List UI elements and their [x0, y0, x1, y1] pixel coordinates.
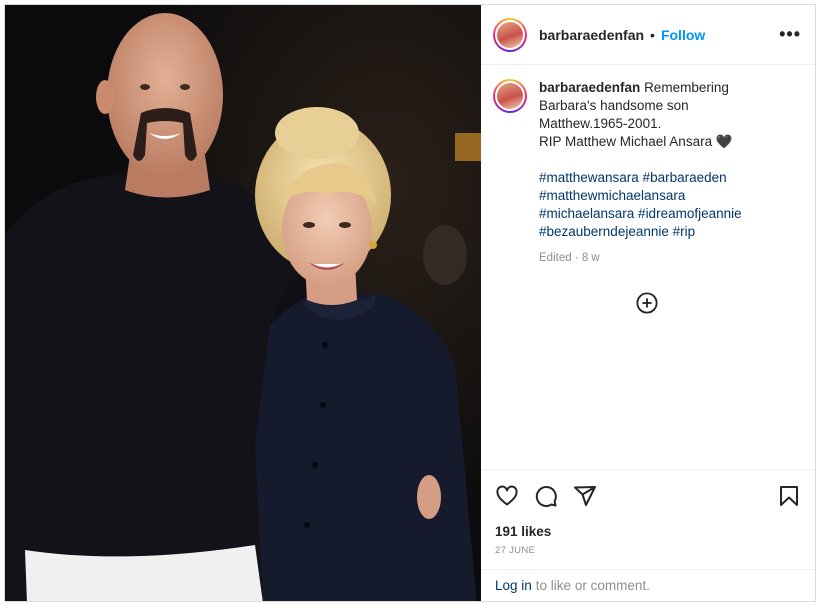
comment-icon[interactable]: [534, 484, 558, 508]
heart-icon[interactable]: [495, 484, 519, 508]
login-prompt-text: to like or comment.: [535, 578, 650, 593]
header-username[interactable]: barbaraedenfan: [539, 27, 644, 43]
likes-count[interactable]: 191 likes: [495, 524, 801, 539]
caption-line-3: Matthew.1965-2001.: [539, 116, 662, 131]
follow-button[interactable]: Follow: [661, 27, 705, 43]
hashtag-line-2[interactable]: #matthewmichaelansara: [539, 188, 685, 203]
hashtag-line-4[interactable]: #bezauberndejeannie #rip: [539, 224, 695, 239]
hashtags: #matthewansara #barbaraeden #matthewmich…: [539, 169, 742, 241]
action-bar: 191 likes 27 JUNE: [481, 469, 815, 569]
bookmark-icon[interactable]: [777, 484, 801, 508]
caption-line-2: Barbara's handsome son: [539, 98, 689, 113]
caption-text: barbaraedenfan Remembering Barbara's han…: [539, 79, 742, 469]
post-caption-area: barbaraedenfan Remembering Barbara's han…: [481, 65, 815, 469]
post-dialog: barbaraedenfan • Follow ••• barbaraedenf…: [4, 4, 816, 602]
plus-circle-icon[interactable]: [636, 292, 658, 314]
caption-avatar[interactable]: [493, 79, 527, 113]
hashtag-line-1[interactable]: #matthewansara #barbaraeden: [539, 170, 727, 185]
share-icon[interactable]: [573, 484, 597, 508]
login-link[interactable]: Log in: [495, 578, 532, 593]
avatar[interactable]: [493, 17, 527, 52]
separator-dot: •: [650, 26, 655, 43]
hashtag-line-3[interactable]: #michaelansara #idreamofjeannie: [539, 206, 742, 221]
post-date: 27 JUNE: [495, 545, 536, 556]
post-header: barbaraedenfan • Follow •••: [481, 5, 815, 65]
caption-line-4: RIP Matthew Michael Ansara 🖤: [539, 134, 733, 149]
caption-line-1: Remembering: [644, 80, 729, 95]
more-icon[interactable]: •••: [779, 24, 801, 45]
photo-illustration: [5, 5, 481, 601]
edited-timestamp: Edited · 8 w: [539, 252, 600, 264]
login-prompt: Log in to like or comment.: [481, 569, 815, 601]
post-photo[interactable]: [5, 5, 481, 601]
caption-username[interactable]: barbaraedenfan: [539, 80, 640, 95]
post-sidebar: barbaraedenfan • Follow ••• barbaraedenf…: [481, 5, 815, 601]
